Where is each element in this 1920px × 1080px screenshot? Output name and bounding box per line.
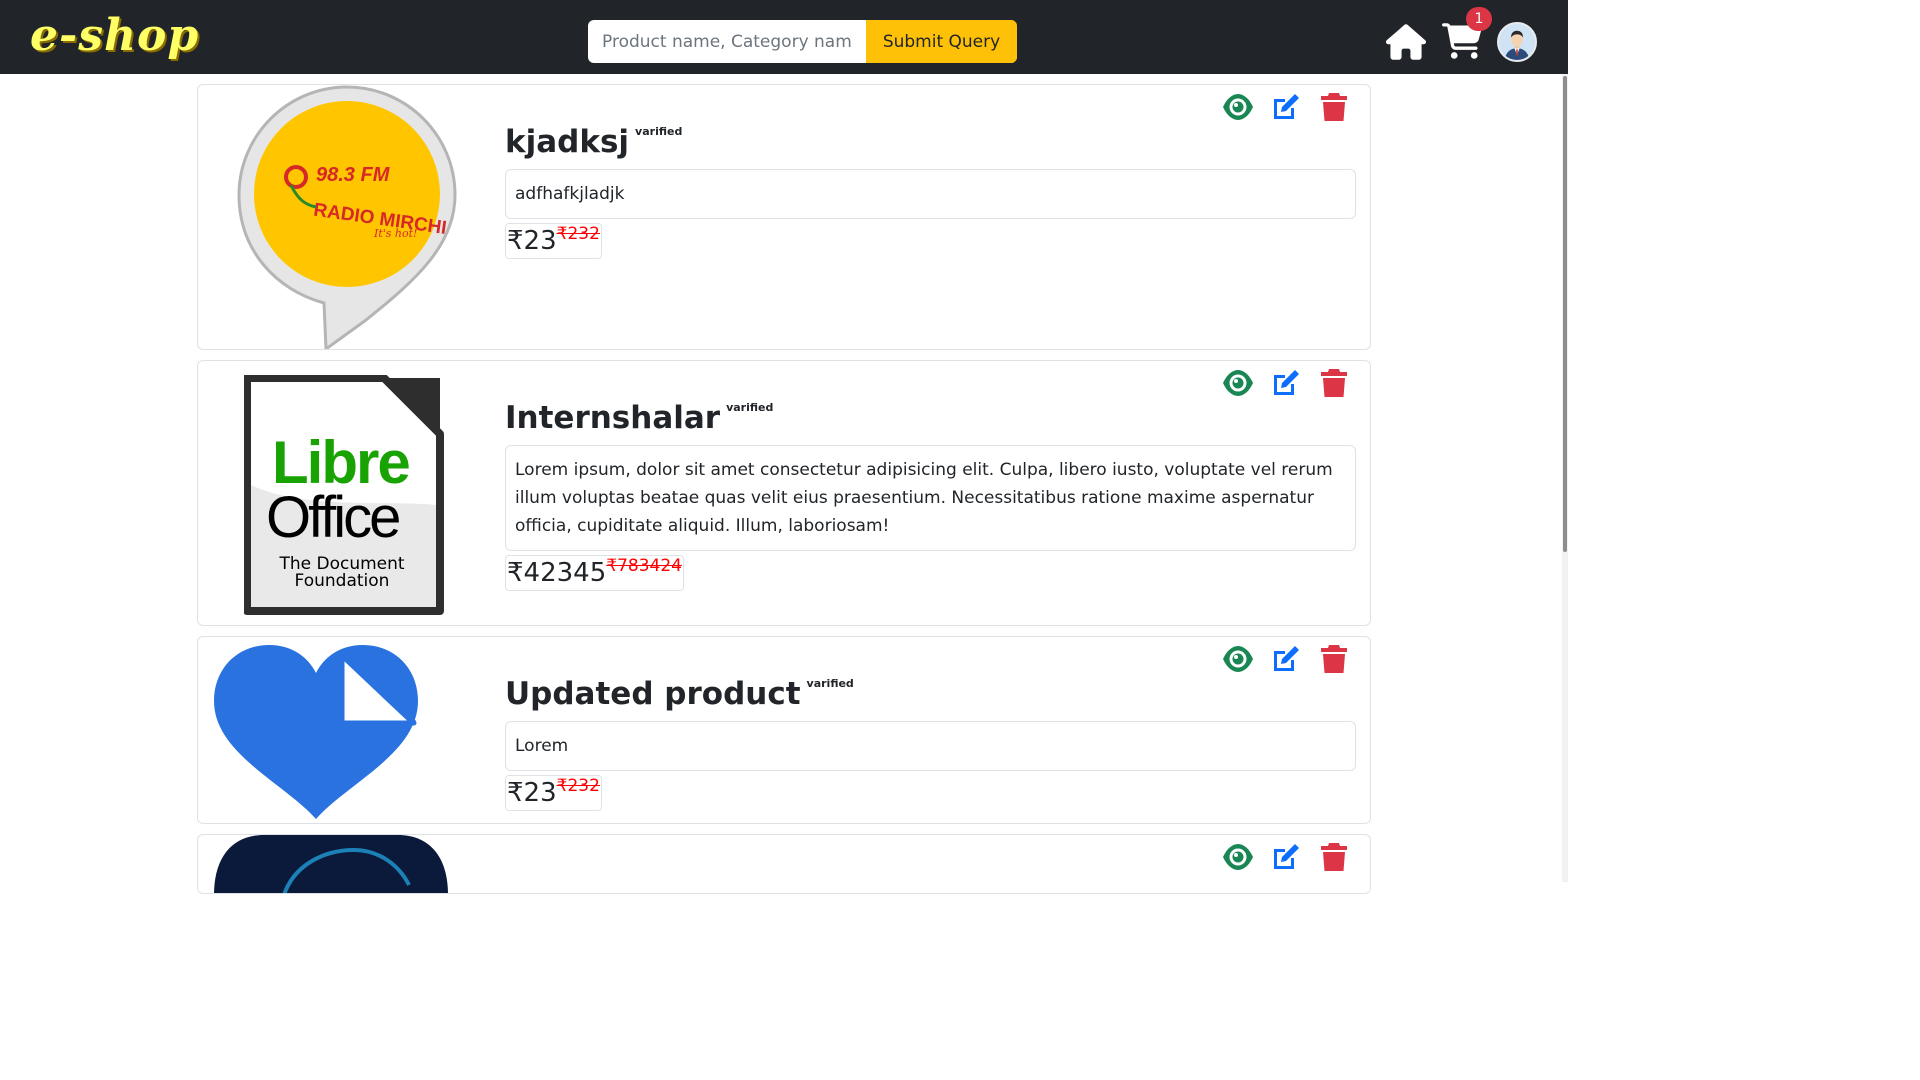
verified-badge: varified (635, 125, 683, 138)
product-original-price: ₹783424 (606, 556, 682, 576)
product-card-body: Internshalar varified Lorem ipsum, dolor… (505, 399, 1356, 591)
card-actions (1222, 643, 1350, 675)
price-box: ₹23 ₹232 (505, 223, 602, 259)
search-input[interactable] (588, 20, 866, 63)
edit-icon[interactable] (1270, 91, 1302, 123)
card-actions (1222, 367, 1350, 399)
price-box: ₹42345 ₹783424 (505, 555, 684, 591)
edit-icon[interactable] (1270, 841, 1302, 873)
price-box: ₹23 ₹232 (505, 775, 602, 811)
submit-query-button[interactable]: Submit Query (866, 20, 1017, 63)
brand-logo[interactable]: e-shop (30, 10, 199, 61)
product-description: Lorem ipsum, dolor sit amet consectetur … (505, 445, 1356, 551)
product-card: 98.3 FM RADIO MIRCHI It's hot! kjadksj v… (197, 84, 1371, 350)
card-actions (1222, 841, 1350, 873)
product-card-body: Updated product varified Lorem ₹23 ₹232 (505, 675, 1356, 811)
home-icon[interactable] (1386, 23, 1426, 61)
trash-icon[interactable] (1318, 841, 1350, 873)
product-description: Lorem (505, 721, 1356, 771)
svg-text:98.3 FM: 98.3 FM (316, 164, 391, 186)
product-title: Internshalar (505, 400, 721, 436)
product-title: Updated product (505, 676, 801, 712)
product-price: ₹42345 (507, 558, 607, 588)
edit-icon[interactable] (1270, 643, 1302, 675)
trash-icon[interactable] (1318, 91, 1350, 123)
eye-icon[interactable] (1222, 367, 1254, 399)
user-avatar[interactable] (1497, 22, 1537, 62)
scrollbar-thumb[interactable] (1563, 76, 1567, 552)
edit-icon[interactable] (1270, 367, 1302, 399)
dark-app-logo (214, 835, 448, 893)
product-original-price: ₹232 (556, 776, 600, 796)
product-title: kjadksj (505, 124, 630, 160)
card-actions (1222, 91, 1350, 123)
heart-document-logo (214, 645, 418, 819)
verified-badge: varified (726, 401, 774, 414)
eye-icon[interactable] (1222, 91, 1254, 123)
trash-icon[interactable] (1318, 643, 1350, 675)
product-card: Updated product varified Lorem ₹23 ₹232 (197, 636, 1371, 824)
eye-icon[interactable] (1222, 643, 1254, 675)
product-description: adfhafkjladjk (505, 169, 1356, 219)
product-card: Libre Office The Document Foundation Int… (197, 360, 1371, 626)
user-avatar-icon (1499, 24, 1535, 60)
radio-mirchi-logo: 98.3 FM RADIO MIRCHI It's hot! (237, 85, 457, 349)
eye-icon[interactable] (1222, 841, 1254, 873)
verified-badge: varified (806, 677, 854, 690)
trash-icon[interactable] (1318, 367, 1350, 399)
product-price: ₹23 (507, 226, 557, 256)
svg-text:It's hot!: It's hot! (373, 227, 417, 240)
logo-text-line2: Foundation (295, 571, 390, 591)
product-card-body: kjadksj varified adfhafkjladjk ₹23 ₹232 (505, 123, 1356, 259)
libreoffice-logo: Libre Office The Document Foundation (244, 375, 444, 615)
cart-count-badge: 1 (1466, 7, 1492, 31)
search-form: Submit Query (588, 20, 1017, 63)
navbar: e-shop Submit Query 1 (0, 0, 1568, 74)
logo-text-office: Office (266, 485, 399, 550)
product-card (197, 834, 1371, 894)
product-price: ₹23 (507, 778, 557, 808)
product-original-price: ₹232 (556, 224, 600, 244)
